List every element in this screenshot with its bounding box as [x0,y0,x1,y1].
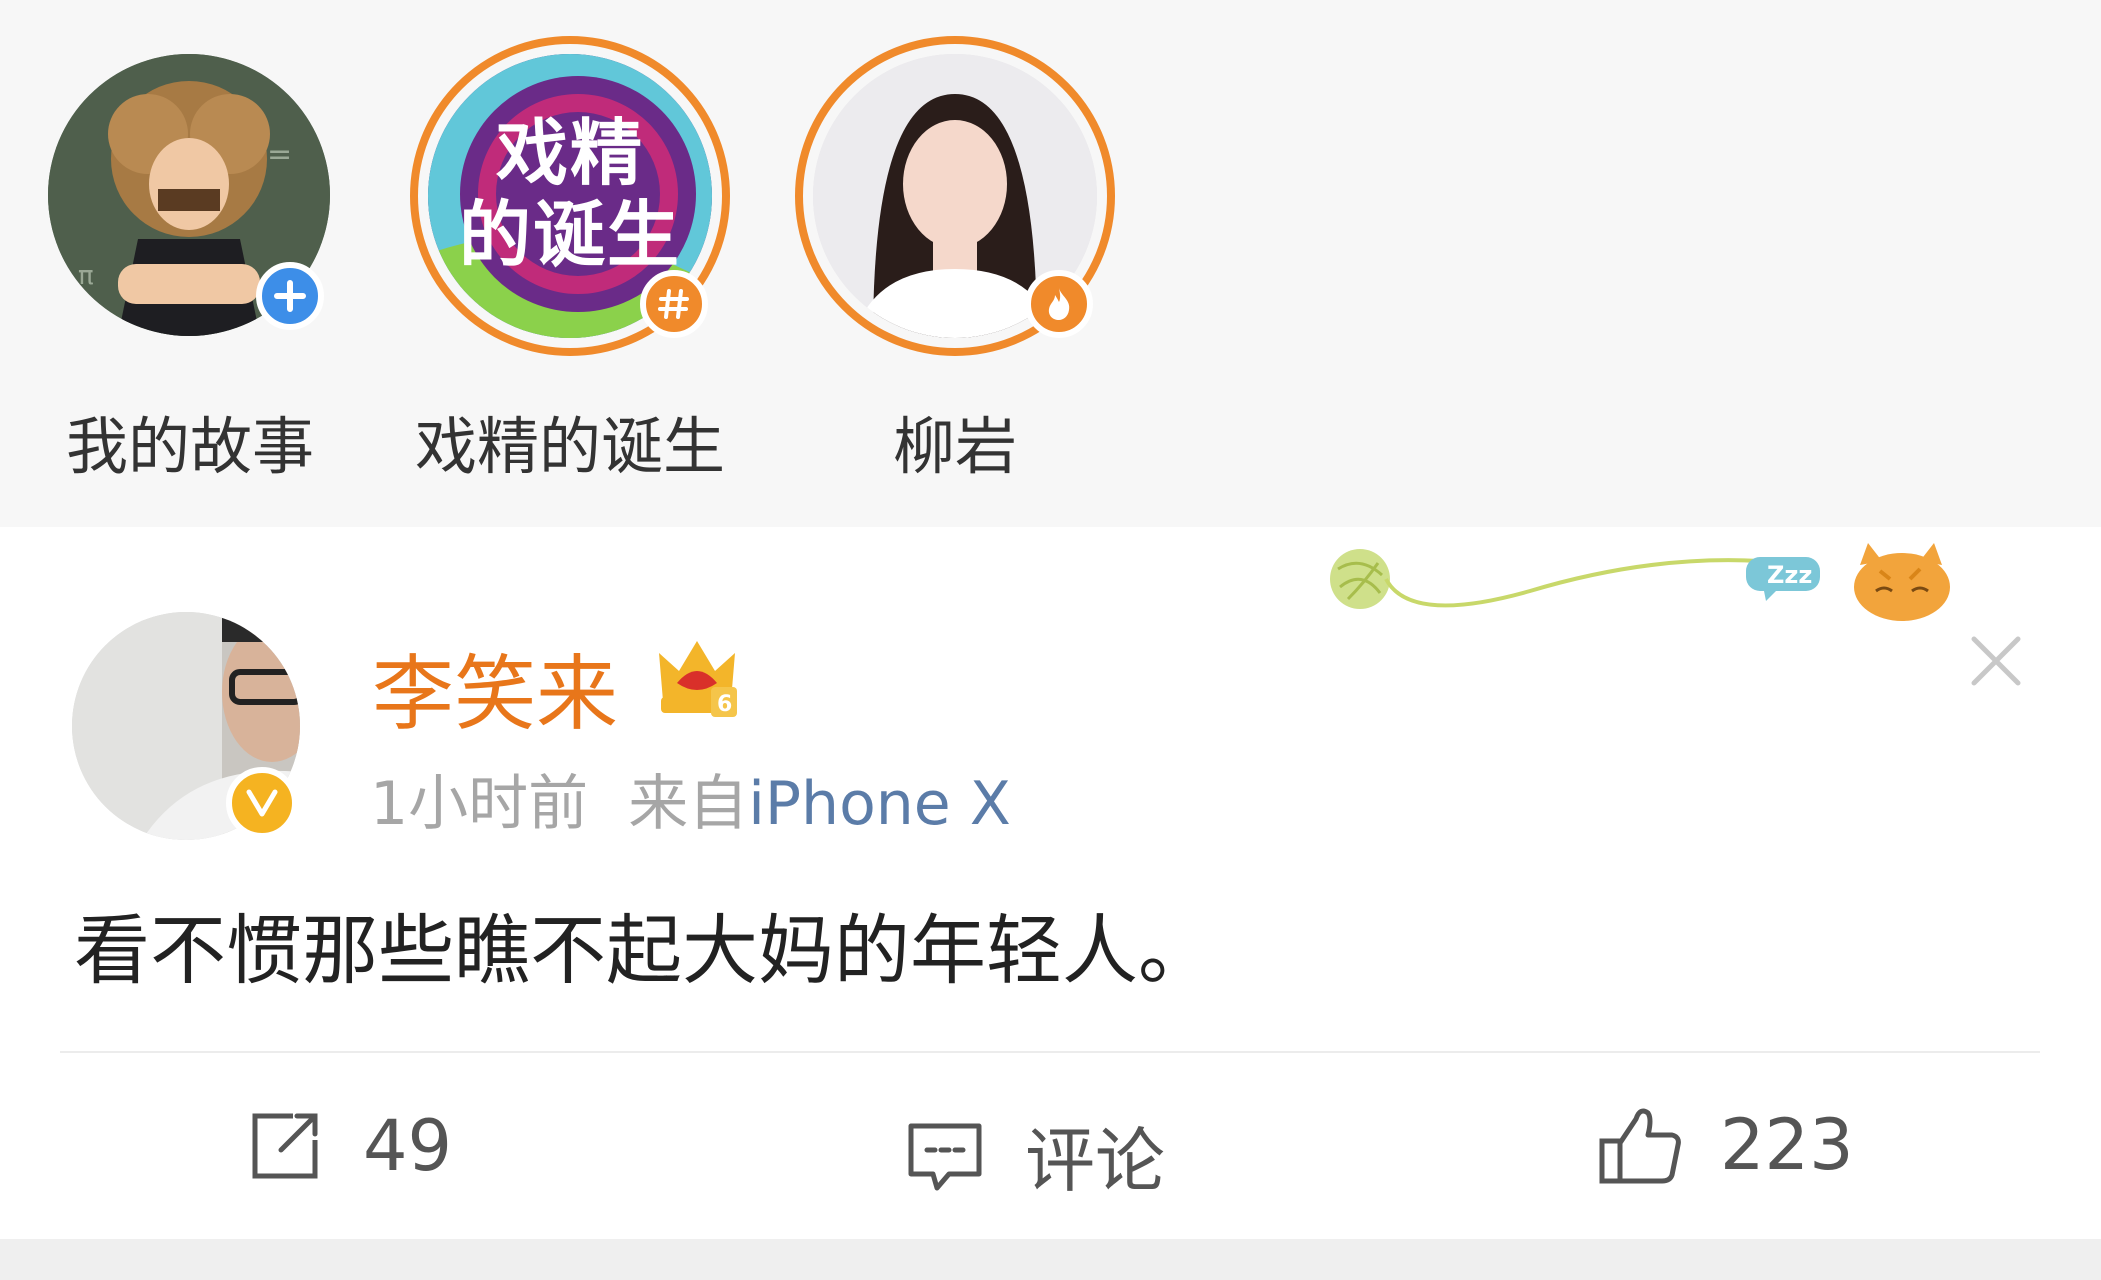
story-my-story[interactable]: E= π 我的故事 [20,36,360,496]
repost-icon [245,1106,325,1186]
story-person[interactable]: 柳岩 [785,36,1125,496]
feed-separator [0,1239,2101,1280]
repost-button[interactable]: 49 [245,1105,452,1187]
comment-button[interactable]: 评论 [905,1105,1165,1206]
story-name: 我的故事 [65,410,314,483]
like-count: 223 [1720,1104,1854,1186]
action-divider [60,1051,2040,1053]
hashtag-icon [640,270,708,338]
fire-icon [1025,270,1093,338]
verified-icon [226,767,298,839]
cover-title-line1: 戏精 [495,111,644,195]
crown-level: 6 [717,692,732,717]
add-icon[interactable] [256,262,324,330]
thumbs-up-icon [1596,1101,1684,1189]
stories-strip: E= π 我的故事 戏精 的诞生 戏精的诞生 柳岩 [0,0,2101,527]
story-name: 柳岩 [892,410,1017,483]
story-topic[interactable]: 戏精 的诞生 戏精的诞生 [400,36,740,496]
comment-icon [905,1116,985,1196]
comment-label: 评论 [1025,1120,1165,1202]
close-icon[interactable] [1966,631,2026,691]
post-time: 1小时前 [370,769,589,839]
like-button[interactable]: 223 [1596,1101,1854,1189]
repost-count: 49 [363,1105,453,1187]
post-content: 看不惯那些瞧不起大妈的年轻人。 [74,906,1214,995]
author-name[interactable]: 李笑来 [372,627,618,746]
story-name: 戏精的诞生 [414,410,725,483]
source-device-link[interactable]: iPhone X [748,769,1011,839]
cover-title-line2: 的诞生 [458,193,681,277]
post-meta: 1小时前 来自iPhone X [370,755,1011,842]
crown-icon[interactable]: 6 [655,631,741,721]
svg-text:Zzz: Zzz [1767,561,1812,589]
yarn-cat-decoration: Zzz [1330,543,1950,621]
source-prefix: 来自 [628,769,749,839]
post-card: Zzz 李笑来 6 1小时前 来自iPhone X 看不惯那些瞧不起大妈的年轻人… [0,527,2101,1239]
svg-text:π: π [78,261,94,291]
